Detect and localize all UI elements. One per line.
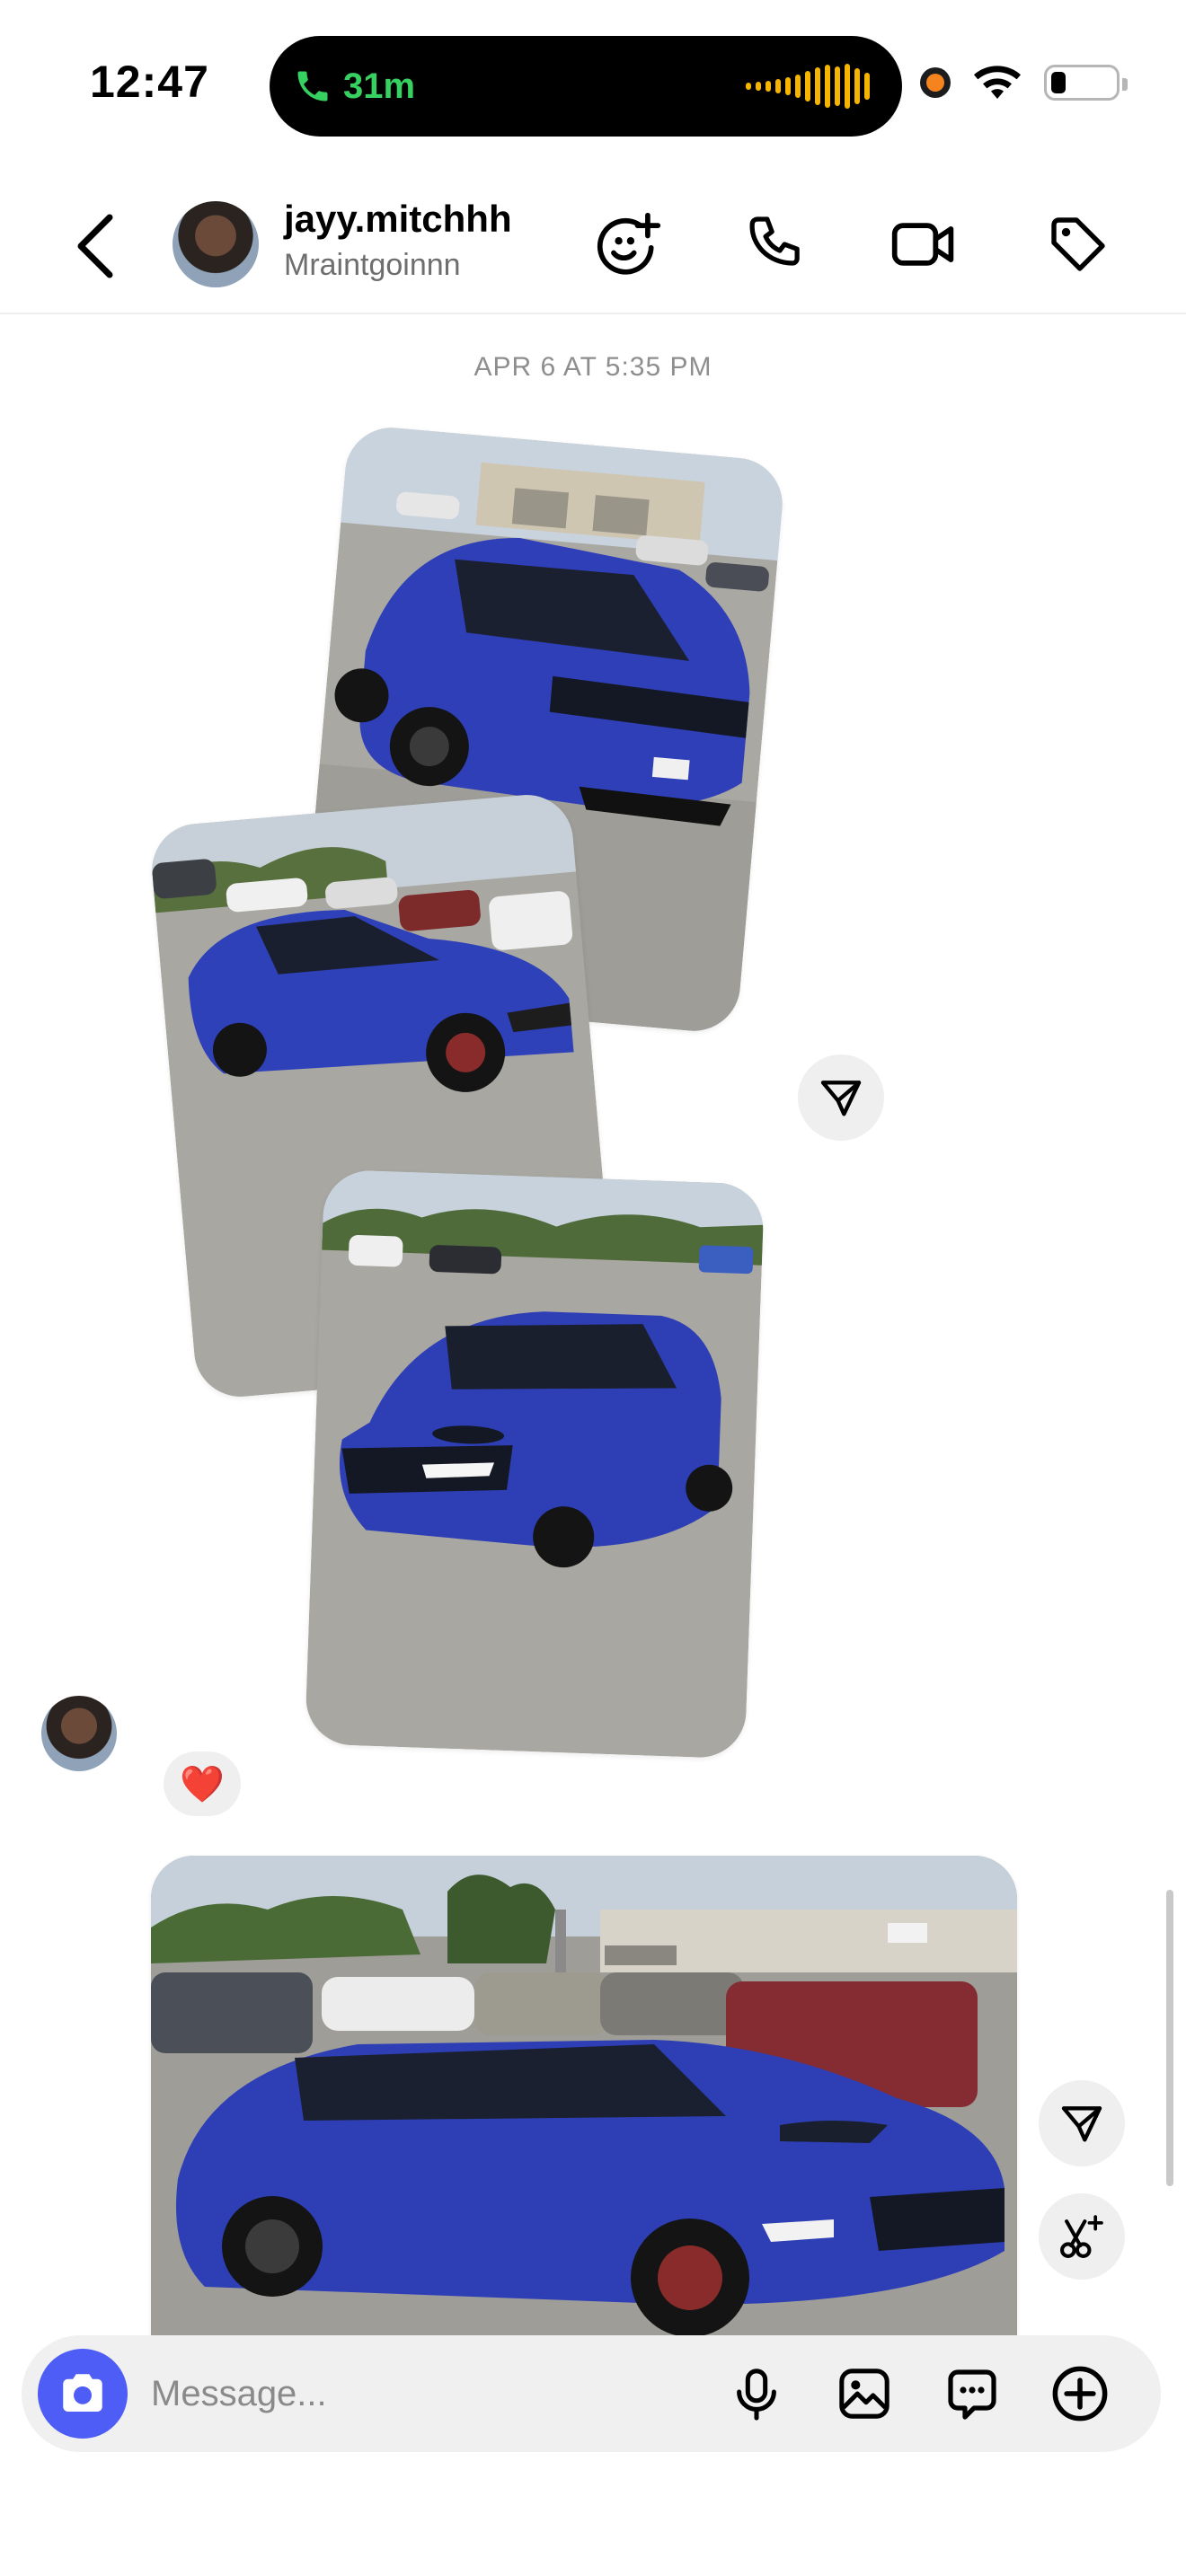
message-date-stamp: APR 6 AT 5:35 PM [474, 352, 712, 382]
active-call-indicator[interactable]: 31m [293, 56, 415, 117]
camera-button[interactable] [38, 2349, 128, 2439]
wifi-icon [974, 66, 1021, 99]
chat-header: jayy.mitchhh Mraintgoinnn [0, 171, 1186, 314]
status-bar: 12:47 31m [0, 0, 1186, 162]
status-icons [920, 65, 1128, 101]
status-time: 12:47 [90, 57, 209, 107]
plus-icon [1052, 2366, 1108, 2422]
share-icon [1061, 2106, 1102, 2142]
ai-edit-button[interactable] [1039, 2193, 1125, 2280]
dynamic-island[interactable]: 31m [270, 36, 902, 137]
message-composer [22, 2335, 1161, 2452]
gallery-icon [839, 2369, 890, 2419]
video-icon [891, 223, 954, 266]
battery-icon [1044, 65, 1128, 101]
phone-icon [749, 216, 800, 266]
contact-display-name[interactable]: Mraintgoinnn [284, 248, 461, 283]
camera-icon [63, 2374, 102, 2412]
video-call-button[interactable] [886, 207, 961, 282]
message-input[interactable] [151, 2366, 708, 2422]
contact-avatar[interactable] [173, 201, 259, 287]
phone-call-icon [297, 71, 328, 101]
tag-icon [1051, 217, 1105, 271]
share-photo-button-2[interactable] [1039, 2080, 1125, 2166]
mic-in-use-icon [920, 67, 951, 98]
sender-avatar[interactable] [41, 1696, 117, 1771]
share-icon [820, 1081, 862, 1116]
contact-username[interactable]: jayy.mitchhh [284, 198, 512, 241]
add-effect-icon [597, 212, 661, 275]
heart-reaction[interactable]: ❤️ [164, 1751, 241, 1816]
audio-waveform [746, 61, 870, 111]
ai-edit-icon [1060, 2215, 1103, 2258]
microphone-icon [737, 2369, 776, 2421]
shared-photo-3[interactable] [304, 1169, 766, 1760]
share-photo-button[interactable] [798, 1054, 884, 1141]
voice-call-button[interactable] [735, 207, 810, 282]
gallery-button[interactable] [828, 2358, 900, 2430]
shared-photo-4[interactable] [151, 1856, 1017, 2359]
more-options-button[interactable] [1044, 2358, 1116, 2430]
back-chevron-icon [77, 214, 113, 278]
back-button[interactable] [70, 210, 124, 282]
add-effect-button[interactable] [591, 207, 667, 282]
voice-message-button[interactable] [721, 2358, 792, 2430]
tag-button[interactable] [1040, 207, 1116, 282]
call-duration: 31m [343, 66, 416, 106]
scrollbar[interactable] [1166, 1890, 1173, 2186]
sticker-button[interactable] [936, 2358, 1008, 2430]
sticker-icon [948, 2369, 996, 2420]
